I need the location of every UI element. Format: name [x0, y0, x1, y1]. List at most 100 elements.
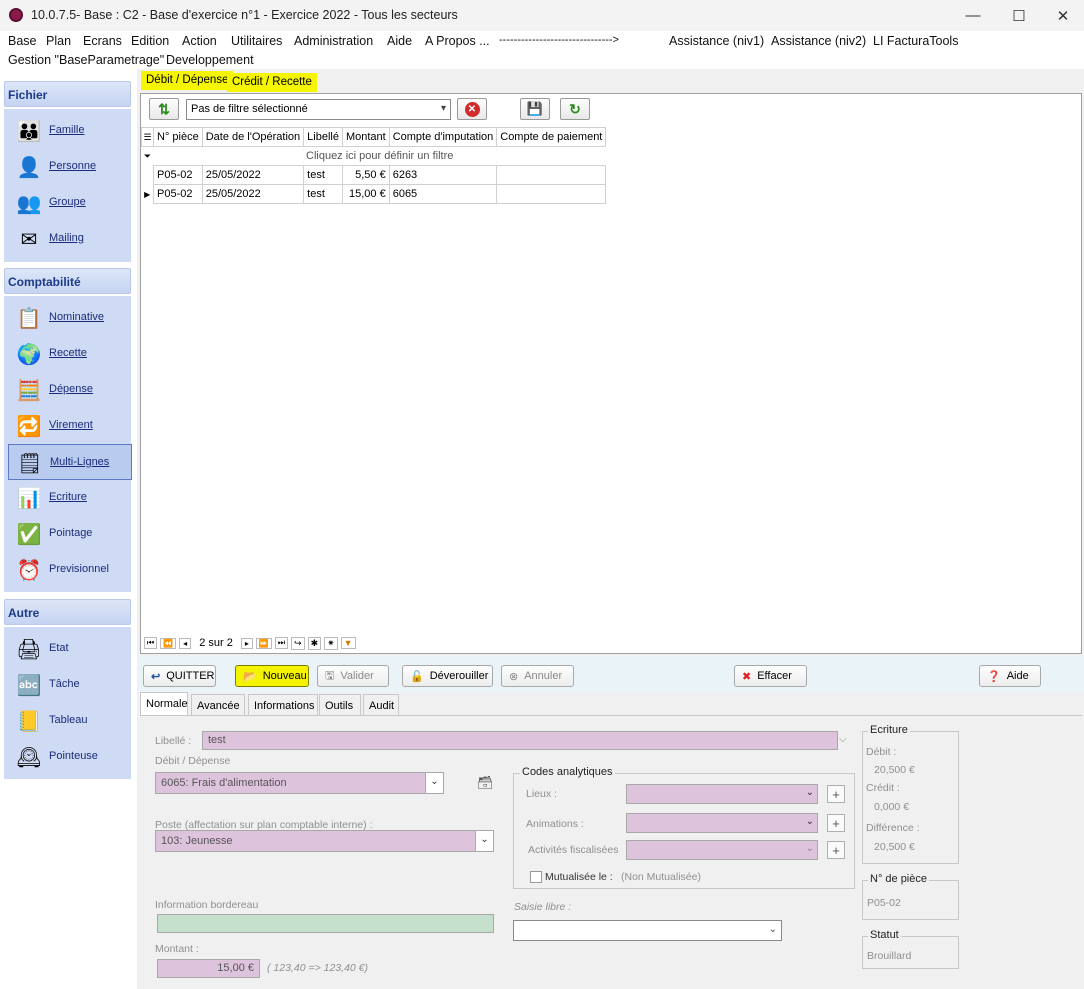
prev-record-icon[interactable]: ◂ [179, 637, 192, 649]
cell-libelle[interactable]: test [303, 184, 343, 204]
aide-button[interactable]: ❓ Aide [979, 665, 1041, 687]
menu-arrow[interactable]: -------------------------------> [499, 34, 619, 46]
sidebar-item-groupe[interactable]: 👥 Groupe [8, 185, 132, 221]
menu-ecrans[interactable]: Ecrans [83, 34, 122, 48]
tab-informations[interactable]: Informations [248, 694, 318, 715]
menu-edition[interactable]: Edition [131, 34, 169, 48]
close-button[interactable]: ✕ [1040, 0, 1084, 31]
sidebar-header-autre[interactable]: Autre [4, 599, 131, 625]
add-activite-button[interactable]: + [827, 841, 845, 859]
clear-filter-button[interactable]: ✕ [457, 98, 487, 120]
menu-utilitaires[interactable]: Utilitaires [231, 34, 282, 48]
tab-credit-recette[interactable]: Crédit / Recette [227, 73, 317, 92]
cell-date[interactable]: 25/05/2022 [201, 184, 305, 204]
prev-page-icon[interactable]: ⏪ [160, 637, 177, 649]
tab-normale[interactable]: Normale [140, 692, 188, 715]
sidebar-item-previsionnel[interactable]: ⏰ Previsionnel [8, 552, 132, 588]
tab-debit-depense[interactable]: Débit / Dépense [141, 71, 234, 90]
cell-compte[interactable]: 6263 [388, 165, 498, 185]
mutualisee-checkbox[interactable] [530, 871, 542, 883]
cell-libelle[interactable]: test [303, 165, 343, 185]
sidebar-item-nominative[interactable]: 📋 Nominative [8, 300, 132, 336]
menu-action[interactable]: Action [182, 34, 217, 48]
column-header[interactable]: Montant [341, 127, 390, 147]
menu-assistance-niv2[interactable]: Assistance (niv2) [771, 34, 866, 48]
cell-compte[interactable]: 6065 [388, 184, 498, 204]
cell-montant[interactable]: 15,00 € [341, 184, 390, 204]
sidebar-item-multi-lignes[interactable]: 🗒 Multi-Lignes [8, 444, 132, 480]
sidebar-item-tache[interactable]: 🔤 Tâche [8, 667, 132, 703]
first-page-icon[interactable]: ⏮ [144, 637, 158, 649]
menu-facturatools[interactable]: LI FacturaTools [873, 34, 958, 48]
chevron-down-icon[interactable]: ⌵ [839, 734, 847, 745]
funnel-filter-icon[interactable]: ▼ [340, 637, 356, 649]
table-row[interactable]: ▶ P05-02 25/05/2022 test 15,00 € 6065 [142, 184, 607, 204]
column-header[interactable]: Compte de paiement [496, 127, 607, 147]
filter-row[interactable]: ⏷ Cliquez ici pour définir un filtre [142, 146, 606, 166]
nouveau-button[interactable]: 📂 Nouveau [235, 665, 309, 687]
menu-apropos[interactable]: A Propos ... [425, 34, 490, 48]
menu-assistance-niv1[interactable]: Assistance (niv1) [669, 34, 764, 48]
effacer-button[interactable]: ✖ Effacer [734, 665, 807, 687]
refresh-button[interactable]: ↻ [560, 98, 590, 120]
sidebar-item-tableau[interactable]: 📒 Tableau [8, 703, 132, 739]
column-header[interactable]: Libellé [303, 127, 343, 147]
column-header[interactable]: Date de l'Opération [201, 127, 305, 147]
cell-date[interactable]: 25/05/2022 [201, 165, 305, 185]
bookmark-icon[interactable]: ⁕ [324, 636, 338, 650]
table-row[interactable]: P05-02 25/05/2022 test 5,50 € 6263 [142, 165, 607, 185]
next-page-icon[interactable]: ⏩ [255, 637, 272, 649]
goto-icon[interactable]: ↪ [291, 636, 305, 650]
sidebar-item-ecriture[interactable]: 📊 Ecriture [8, 480, 132, 516]
account-list-icon[interactable]: 🗃 [477, 775, 494, 791]
sidebar-item-etat[interactable]: 🖨 Etat [8, 631, 132, 667]
filter-select[interactable]: Pas de filtre sélectionné ▾ [186, 99, 451, 120]
filter-hint[interactable]: Cliquez ici pour définir un filtre [153, 146, 606, 166]
quitter-button[interactable]: ↩ QUITTER [143, 665, 216, 687]
tab-avancee[interactable]: Avancée [191, 694, 245, 715]
sidebar-item-pointage[interactable]: ✅ Pointage [8, 516, 132, 552]
sidebar-header-comptabilite[interactable]: Comptabilité [4, 268, 131, 294]
add-lieu-button[interactable]: + [827, 785, 845, 803]
maximize-button[interactable]: ☐ [996, 0, 1042, 31]
sort-button[interactable]: ⇅ [149, 98, 179, 120]
sidebar-item-depense[interactable]: 🧮 Dépense [8, 372, 132, 408]
menu-gestion-baseparametrage[interactable]: Gestion "BaseParametrage" [8, 53, 164, 67]
cell-montant[interactable]: 5,50 € [341, 165, 390, 185]
column-chooser-icon[interactable]: ☰ [141, 127, 154, 147]
cell-paiement[interactable] [496, 184, 607, 204]
sidebar-item-virement[interactable]: 🔁 Virement [8, 408, 132, 444]
sidebar-item-famille[interactable]: 👪 Famille [8, 113, 132, 149]
cell-piece[interactable]: P05-02 [153, 165, 203, 185]
column-header[interactable]: Compte d'imputation [388, 127, 498, 147]
animations-select[interactable]: ⌄ [626, 813, 818, 833]
menu-administration[interactable]: Administration [294, 34, 373, 48]
sidebar-item-pointeuse[interactable]: 🕰 Pointeuse [8, 739, 132, 775]
annuler-button[interactable]: ⊗ Annuler [501, 665, 574, 687]
valider-button[interactable]: 🖫 Valider [317, 665, 389, 687]
montant-field[interactable]: 15,00 € [157, 959, 260, 978]
libelle-field[interactable]: test [202, 731, 838, 750]
info-bordereau-field[interactable] [157, 914, 494, 933]
menu-aide[interactable]: Aide [387, 34, 412, 48]
save-filter-button[interactable]: 💾 [520, 98, 550, 120]
menu-plan[interactable]: Plan [46, 34, 71, 48]
cell-paiement[interactable] [496, 165, 607, 185]
add-animation-button[interactable]: + [827, 814, 845, 832]
last-page-icon[interactable]: ⏭ [274, 637, 289, 649]
poste-select[interactable]: 103: Jeunesse ⌄ [155, 830, 494, 852]
menu-developpement[interactable]: Developpement [166, 53, 254, 67]
tab-audit[interactable]: Audit [363, 694, 399, 715]
new-record-icon[interactable]: ✱ [307, 636, 322, 650]
menu-base[interactable]: Base [8, 34, 37, 48]
sidebar-item-mailing[interactable]: ✉ Mailing [8, 221, 132, 257]
minimize-button[interactable]: — [950, 0, 996, 31]
lieux-select[interactable]: ⌄ [626, 784, 818, 804]
cell-piece[interactable]: P05-02 [153, 184, 203, 204]
tab-outils[interactable]: Outils [319, 694, 361, 715]
sidebar-item-personne[interactable]: 👤 Personne [8, 149, 132, 185]
next-record-icon[interactable]: ▸ [240, 637, 253, 649]
debit-depense-select[interactable]: 6065: Frais d'alimentation ⌄ [155, 772, 444, 794]
column-header[interactable]: N° pièce [153, 127, 203, 147]
sidebar-header-fichier[interactable]: Fichier [4, 81, 131, 107]
